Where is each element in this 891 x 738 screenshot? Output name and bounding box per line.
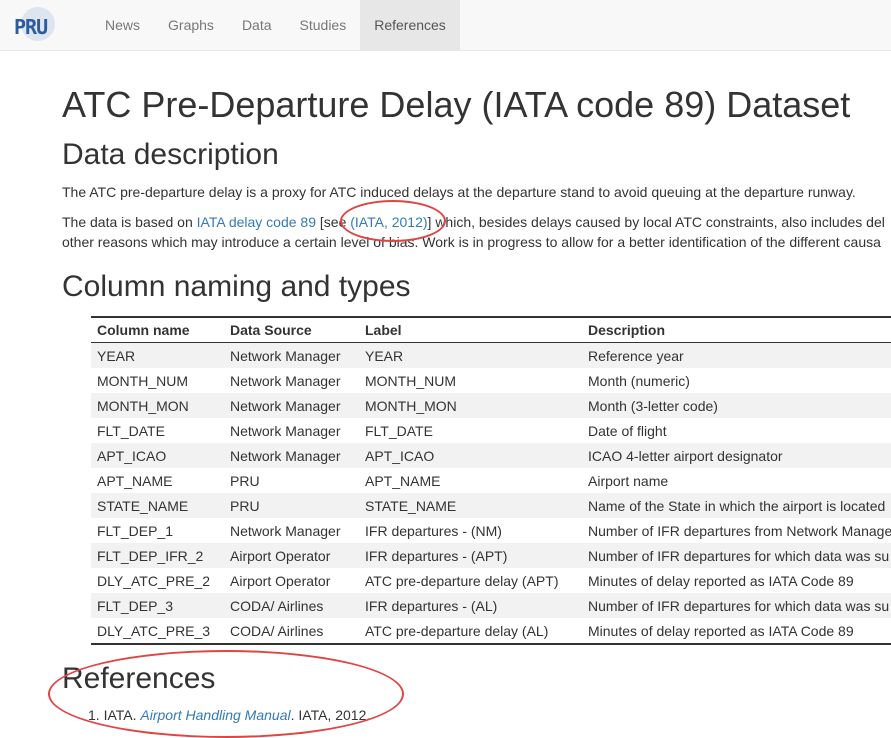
cell-description: Date of flight: [588, 422, 667, 439]
cell-column-name: MONTH_NUM: [97, 372, 188, 389]
cell-label: MONTH_MON: [359, 393, 582, 418]
cell-column-name: FLT_DEP_3: [91, 593, 224, 618]
nav-news[interactable]: News: [91, 0, 154, 50]
table-row: DLY_ATC_PRE_2 Airport Operator ATC pre-dep…: [91, 568, 891, 593]
cell-column-name: APT_ICAO: [91, 443, 224, 468]
cell-label: IFR departures - (AL): [359, 593, 582, 618]
cell-description: Month (3-letter code): [582, 393, 891, 418]
para2-line2: other reasons which may introduce a cert…: [62, 234, 881, 250]
cell-data-source: Network Manager: [230, 372, 341, 389]
cell-column-name: DLY_ATC_PRE_3: [97, 622, 211, 639]
table-row: APT_NAME PRU APT_NAME Airport name: [91, 468, 891, 493]
cell-description: Name of the State in which the airport i…: [582, 493, 891, 518]
logo-text: PRU: [14, 15, 48, 39]
data-description-para2: The data is based on IATA delay code 89 …: [62, 212, 891, 252]
nav-studies[interactable]: Studies: [286, 0, 361, 50]
data-description-heading: Data description: [62, 138, 279, 171]
iata-delay-code-link[interactable]: IATA delay code 89: [197, 214, 316, 230]
cell-data-source: Airport Operator: [230, 572, 331, 589]
cell-column-name: YEAR: [91, 342, 224, 368]
cell-data-source: Network Manager: [230, 522, 341, 539]
main-nav: News Graphs Data Studies References: [91, 0, 460, 50]
cell-description: Number of IFR departures from Network Ma…: [588, 522, 891, 539]
cell-column-name: APT_NAME: [97, 472, 173, 489]
cell-description: Airport name: [588, 472, 669, 489]
cell-data-source: Network Manager: [224, 443, 359, 468]
table-row: YEAR Network Manager YEAR Reference year: [91, 342, 891, 368]
table-row: FLT_DEP_3 CODA/ Airlines IFR departures - …: [91, 593, 891, 618]
header-data-source: Data Source: [224, 317, 359, 343]
cell-data-source: PRU: [224, 493, 359, 518]
table-body: YEAR Network Manager YEAR Reference year MO…: [91, 342, 891, 645]
table-row: MONTH_NUM Network Manager MONTH_NUM Month (…: [91, 368, 891, 393]
table-row: STATE_NAME PRU STATE_NAME Name of the State…: [91, 493, 891, 518]
header-description: Description: [582, 317, 891, 343]
header-column-name: Column name: [91, 317, 224, 343]
cell-data-source: PRU: [230, 472, 260, 489]
annotation-oval-citation: [340, 200, 446, 242]
cell-label: ATC pre-departure delay (AL): [365, 622, 549, 639]
top-navbar: PRU News Graphs Data Studies References: [0, 0, 891, 51]
cell-description: ICAO 4-letter airport designator: [582, 443, 891, 468]
cell-description: Month (numeric): [588, 372, 690, 389]
cell-label: YEAR: [359, 342, 582, 368]
cell-label: APT_NAME: [365, 472, 441, 489]
table-row: DLY_ATC_PRE_3 CODA/ Airlines ATC pre-depar…: [91, 618, 891, 644]
cell-column-name: DLY_ATC_PRE_2: [97, 572, 211, 589]
table-header-row: Column name Data Source Label Descriptio…: [91, 317, 891, 343]
pru-logo[interactable]: PRU: [13, 7, 61, 43]
cell-data-source: Network Manager: [224, 393, 359, 418]
table-row: MONTH_MON Network Manager MONTH_MON Month (…: [91, 393, 891, 418]
cell-description: Minutes of delay reported as IATA Code 8…: [588, 572, 854, 589]
nav-graphs[interactable]: Graphs: [154, 0, 228, 50]
cell-label: FLT_DATE: [365, 422, 433, 439]
cell-column-name: MONTH_MON: [91, 393, 224, 418]
header-label: Label: [359, 317, 582, 343]
column-table: Column name Data Source Label Descriptio…: [91, 316, 891, 645]
cell-data-source: Network Manager: [224, 342, 359, 368]
cell-data-source: Airport Operator: [224, 543, 359, 568]
cell-column-name: STATE_NAME: [91, 493, 224, 518]
cell-column-name: FLT_DATE: [97, 422, 165, 439]
para2-mid2: ] which, besides delays caused by local …: [427, 214, 885, 230]
para2-prefix: The data is based on: [62, 214, 197, 230]
cell-label: STATE_NAME: [359, 493, 582, 518]
column-naming-heading: Column naming and types: [62, 270, 411, 303]
nav-data[interactable]: Data: [228, 0, 286, 50]
cell-data-source: CODA/ Airlines: [224, 593, 359, 618]
cell-label: MONTH_NUM: [365, 372, 456, 389]
table-row: APT_ICAO Network Manager APT_ICAO ICAO 4-le…: [91, 443, 891, 468]
cell-column-name: FLT_DEP_1: [97, 522, 173, 539]
table-row: FLT_DEP_1 Network Manager IFR departures -…: [91, 518, 891, 543]
data-description-para1: The ATC pre-departure delay is a proxy f…: [62, 184, 856, 200]
cell-data-source: Network Manager: [230, 422, 341, 439]
table-row: FLT_DATE Network Manager FLT_DATE Date of f…: [91, 418, 891, 443]
page-title: ATC Pre-Departure Delay (IATA code 89) D…: [62, 84, 851, 125]
cell-label: ATC pre-departure delay (APT): [365, 572, 559, 589]
cell-description: Number of IFR departures for which data …: [582, 593, 891, 618]
cell-description: Number of IFR departures for which data …: [582, 543, 891, 568]
table-row: FLT_DEP_IFR_2 Airport Operator IFR departu…: [91, 543, 891, 568]
cell-label: IFR departures - (APT): [359, 543, 582, 568]
nav-references[interactable]: References: [360, 0, 460, 50]
cell-label: APT_ICAO: [359, 443, 582, 468]
annotation-oval-references: [48, 650, 404, 738]
cell-data-source: CODA/ Airlines: [230, 622, 324, 639]
cell-description: Reference year: [582, 342, 891, 368]
cell-column-name: FLT_DEP_IFR_2: [91, 543, 224, 568]
cell-description: Minutes of delay reported as IATA Code 8…: [588, 622, 854, 639]
cell-label: IFR departures - (NM): [365, 522, 502, 539]
